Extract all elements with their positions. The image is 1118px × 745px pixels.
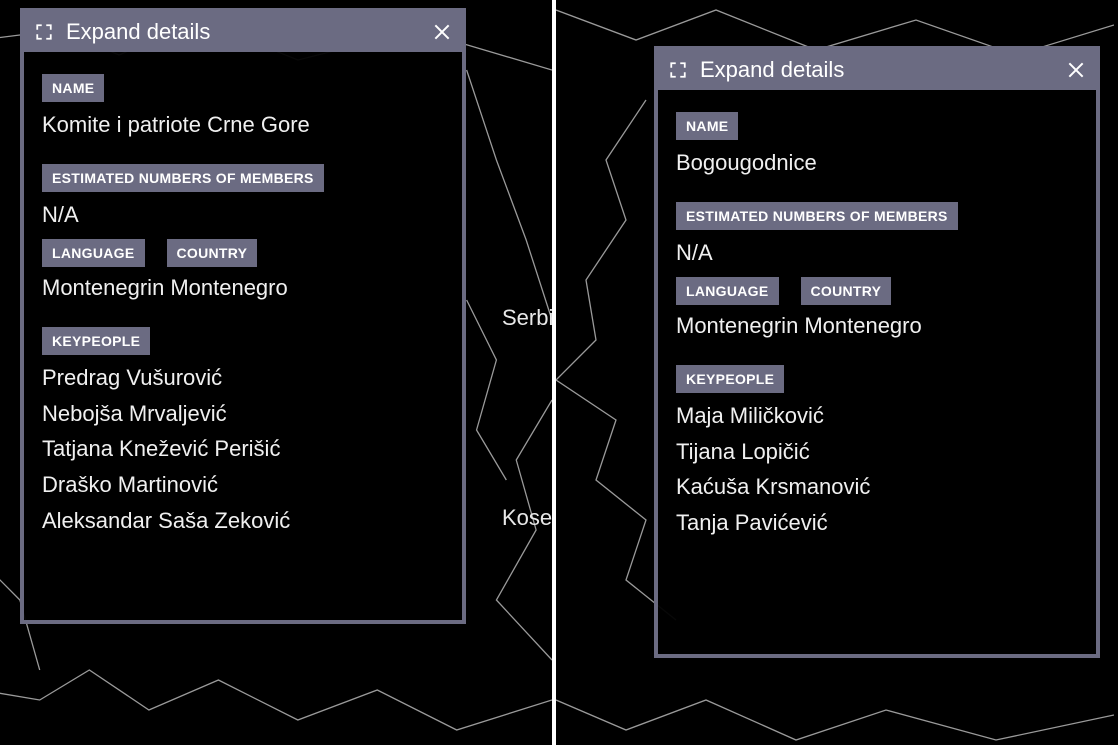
- keypeople-item: Kaćuša Krsmanović: [676, 472, 1078, 502]
- keypeople-item: Nebojša Mrvaljević: [42, 399, 444, 429]
- label-members: ESTIMATED NUMBERS OF MEMBERS: [676, 202, 958, 230]
- keypeople-item: Tatjana Knežević Perišić: [42, 434, 444, 464]
- keypeople-item: Aleksandar Saša Zeković: [42, 506, 444, 536]
- label-keypeople: KEYPEOPLE: [42, 327, 150, 355]
- section-members: ESTIMATED NUMBERS OF MEMBERS N/A LANGUAG…: [676, 202, 1078, 341]
- label-name: NAME: [676, 112, 738, 140]
- value-language: Montenegrin: [42, 273, 164, 303]
- value-name: Komite i patriote Crne Gore: [42, 110, 444, 140]
- expand-icon[interactable]: [666, 58, 690, 82]
- keypeople-list: Maja Miličković Tijana Lopičić Kaćuša Kr…: [676, 401, 1078, 538]
- keypeople-list: Predrag Vušurović Nebojša Mrvaljević Tat…: [42, 363, 444, 535]
- section-members: ESTIMATED NUMBERS OF MEMBERS N/A LANGUAG…: [42, 164, 444, 303]
- section-keypeople: KEYPEOPLE Maja Miličković Tijana Lopičić…: [676, 365, 1078, 538]
- close-icon[interactable]: [428, 18, 456, 46]
- panel-titlebar[interactable]: Expand details: [24, 12, 462, 52]
- panel-body: NAME Komite i patriote Crne Gore ESTIMAT…: [24, 52, 462, 578]
- label-country: COUNTRY: [167, 239, 258, 267]
- section-keypeople: KEYPEOPLE Predrag Vušurović Nebojša Mrva…: [42, 327, 444, 535]
- panel-title: Expand details: [700, 57, 1062, 83]
- keypeople-item: Maja Miličković: [676, 401, 1078, 431]
- value-country: Montenegro: [804, 311, 921, 341]
- label-members: ESTIMATED NUMBERS OF MEMBERS: [42, 164, 324, 192]
- expand-icon[interactable]: [32, 20, 56, 44]
- keypeople-item: Tijana Lopičić: [676, 437, 1078, 467]
- details-panel: Expand details NAME Komite i patriote Cr…: [20, 8, 466, 624]
- map-pane-right: Expand details NAME Bogougodnice ESTIMAT…: [556, 0, 1114, 745]
- keypeople-item: Predrag Vušurović: [42, 363, 444, 393]
- section-name: NAME Komite i patriote Crne Gore: [42, 74, 444, 140]
- value-country: Montenegro: [170, 273, 287, 303]
- label-keypeople: KEYPEOPLE: [676, 365, 784, 393]
- details-panel: Expand details NAME Bogougodnice ESTIMAT…: [654, 46, 1100, 658]
- value-language: Montenegrin: [676, 311, 798, 341]
- value-name: Bogougodnice: [676, 148, 1078, 178]
- panel-title: Expand details: [66, 19, 428, 45]
- keypeople-item: Draško Martinović: [42, 470, 444, 500]
- label-country: COUNTRY: [801, 277, 892, 305]
- label-language: LANGUAGE: [42, 239, 145, 267]
- panel-body: NAME Bogougodnice ESTIMATED NUMBERS OF M…: [658, 90, 1096, 580]
- close-icon[interactable]: [1062, 56, 1090, 84]
- panel-titlebar[interactable]: Expand details: [658, 50, 1096, 90]
- value-members: N/A: [676, 238, 1078, 268]
- map-pane-left: Serbi Kose Expand details NAME Komite i …: [0, 0, 556, 745]
- value-members: N/A: [42, 200, 444, 230]
- label-language: LANGUAGE: [676, 277, 779, 305]
- section-name: NAME Bogougodnice: [676, 112, 1078, 178]
- label-name: NAME: [42, 74, 104, 102]
- keypeople-item: Tanja Pavićević: [676, 508, 1078, 538]
